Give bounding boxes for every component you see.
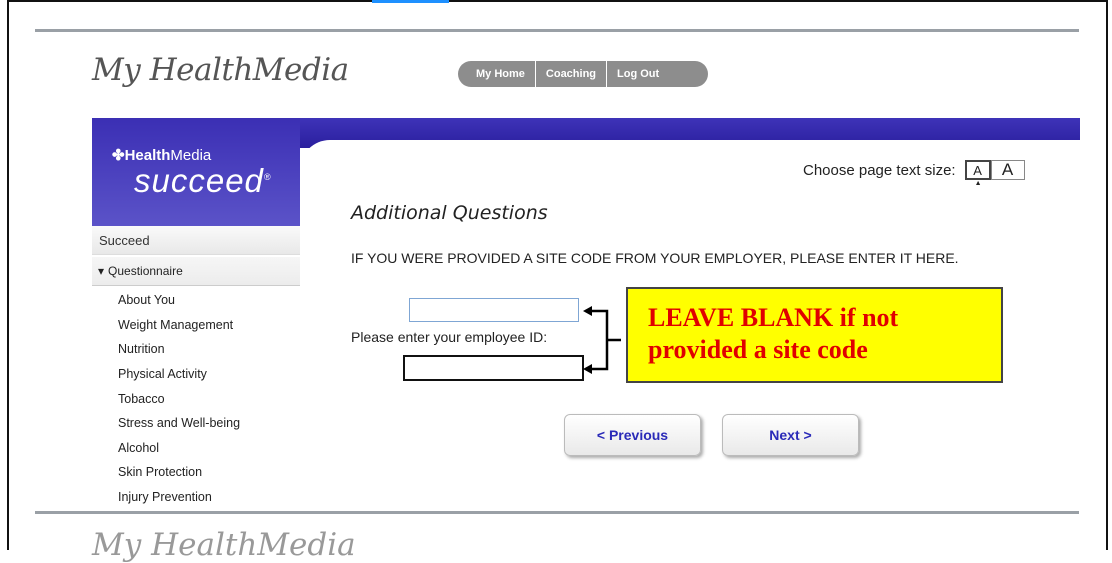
sidebar-item-alcohol[interactable]: Alcohol [92, 436, 300, 461]
screenshot-border-left [7, 0, 9, 550]
annotation-callout: LEAVE BLANK if not provided a site code [626, 287, 1003, 383]
footer-divider [35, 511, 1079, 514]
footer-logo: My HealthMedia [92, 527, 356, 563]
caret-down-icon: ▾ [98, 264, 105, 278]
employee-id-input[interactable] [403, 355, 584, 381]
product-brand: ✤HealthMedia succeed® [92, 118, 300, 226]
text-size-label: Choose page text size: [803, 161, 956, 179]
text-size-chooser: Choose page text size: A ▲ A [803, 160, 1025, 187]
selected-indicator-icon: ▲ [974, 180, 982, 187]
screenshot-border-top [449, 0, 1108, 2]
sidebar-item-stress[interactable]: Stress and Well-being [92, 411, 300, 436]
sidebar-item-about-you[interactable]: About You [92, 288, 300, 313]
nav-log-out[interactable]: Log Out [606, 61, 669, 87]
sidebar: Succeed ▾ Questionnaire About You Weight… [92, 226, 300, 509]
sidebar-item-injury-prevention[interactable]: Injury Prevention [92, 485, 300, 510]
sidebar-item-nutrition[interactable]: Nutrition [92, 337, 300, 362]
header-divider [35, 29, 1079, 32]
sidebar-item-physical-activity[interactable]: Physical Activity [92, 362, 300, 387]
callout-line-2: provided a site code [648, 335, 868, 364]
succeed-wordmark: succeed® [134, 162, 272, 199]
site-code-input[interactable] [409, 298, 579, 322]
screenshot-border-top [7, 0, 372, 2]
sidebar-item-skin-protection[interactable]: Skin Protection [92, 460, 300, 485]
nav-coaching[interactable]: Coaching [534, 61, 606, 87]
sidebar-menu: About You Weight Management Nutrition Ph… [92, 288, 300, 509]
employee-id-label: Please enter your employee ID: [351, 329, 548, 345]
brand-mark-icon: ✤ [112, 147, 125, 164]
text-size-large-button[interactable]: A [990, 160, 1025, 180]
page-title: Additional Questions [351, 202, 548, 224]
next-button[interactable]: Next > [722, 414, 859, 456]
site-logo[interactable]: My HealthMedia [92, 52, 349, 88]
previous-button[interactable]: < Previous [564, 414, 701, 456]
sidebar-section-succeed[interactable]: Succeed [92, 226, 300, 255]
sidebar-item-weight-management[interactable]: Weight Management [92, 313, 300, 338]
sidebar-section-questionnaire[interactable]: ▾ Questionnaire [92, 257, 300, 286]
text-size-small-button[interactable]: A ▲ [964, 160, 991, 187]
screenshot-border-right [1106, 0, 1108, 550]
selection-highlight [372, 0, 449, 3]
callout-arrows [583, 306, 621, 374]
site-code-question: IF YOU WERE PROVIDED A SITE CODE FROM YO… [351, 250, 959, 266]
sidebar-item-tobacco[interactable]: Tobacco [92, 386, 300, 411]
nav-my-home[interactable]: My Home [458, 61, 535, 87]
callout-line-1: LEAVE BLANK if not [648, 303, 899, 332]
top-navigation: My Home Coaching Log Out [458, 61, 708, 87]
